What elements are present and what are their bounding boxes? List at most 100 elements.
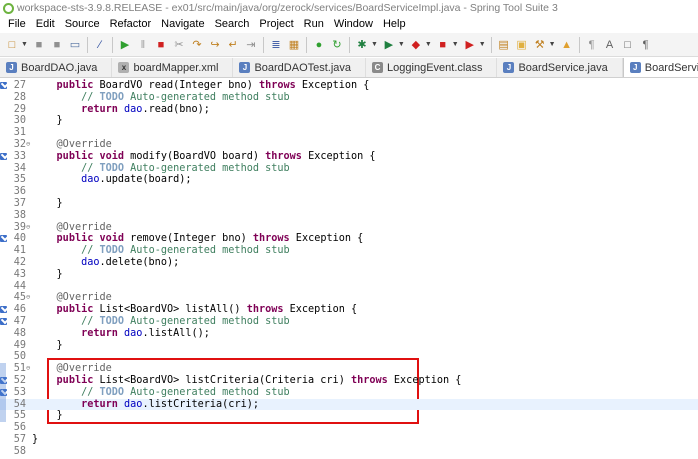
line-number: 49: [13, 339, 26, 351]
code-line[interactable]: 53 // TODO Auto-generated method stub: [0, 387, 698, 399]
code-line[interactable]: 36: [0, 186, 698, 198]
code-line[interactable]: 44: [0, 281, 698, 293]
block-selection-icon[interactable]: □: [620, 37, 636, 53]
override-marker-icon[interactable]: [0, 317, 8, 327]
menu-project[interactable]: Project: [254, 18, 298, 30]
skip-breakpoints-icon[interactable]: ∕: [92, 37, 108, 53]
editor-tab-label: LoggingEvent.class: [387, 61, 483, 74]
toggle-word-wrap-icon[interactable]: A: [602, 37, 618, 53]
code-line[interactable]: 54 return dao.listCriteria(cri);: [0, 398, 698, 411]
suspend-icon[interactable]: ‖: [135, 37, 151, 53]
dropdown-arrow-icon[interactable]: ▼: [425, 41, 432, 48]
dropdown-arrow-icon[interactable]: ▼: [371, 41, 378, 48]
save-icon[interactable]: ■: [31, 37, 47, 53]
code-editor[interactable]: 27 public BoardVO read(Integer bno) thro…: [0, 79, 698, 459]
external-tools-icon[interactable]: ▶: [462, 37, 478, 53]
code-line[interactable]: 30 }: [0, 115, 698, 127]
step-into-icon[interactable]: ↷: [189, 37, 205, 53]
editor-tab-bar: J BoardDAO.java x boardMapper.xml J BoardDAOT…: [0, 58, 698, 78]
override-marker-icon[interactable]: [0, 305, 8, 315]
code-line[interactable]: 40 public void remove(Integer bno) throw…: [0, 233, 698, 245]
print-icon[interactable]: ▭: [67, 37, 83, 53]
code-line[interactable]: 51 ⊖ @Override: [0, 363, 698, 375]
spring-boot-dashboard-icon[interactable]: ●: [311, 37, 327, 53]
toggle-mark-occurrences-icon[interactable]: ¶: [584, 37, 600, 53]
code-line[interactable]: 47 // TODO Auto-generated method stub: [0, 316, 698, 328]
line-number: 27: [13, 80, 26, 91]
code-line[interactable]: 38: [0, 210, 698, 222]
resume-icon[interactable]: ▶: [117, 37, 133, 53]
run-icon[interactable]: ▶: [381, 37, 397, 53]
editor-tab[interactable]: JBoardServiceImpl.java✕: [622, 58, 698, 77]
show-whitespace-icon[interactable]: ¶: [638, 37, 654, 53]
dropdown-arrow-icon[interactable]: ▼: [452, 41, 459, 48]
code-line[interactable]: 46 public List<BoardVO> listAll() throws…: [0, 304, 698, 316]
stop-server-icon[interactable]: ■: [435, 37, 451, 53]
open-project-icon[interactable]: ▲: [559, 37, 575, 53]
code-line[interactable]: 43 }: [0, 269, 698, 281]
code-line[interactable]: 55 }: [0, 410, 698, 422]
editor-tab-label: BoardService.java: [518, 61, 608, 74]
new-icon[interactable]: □: [4, 37, 20, 53]
editor-tab[interactable]: C LoggingEvent.class: [366, 58, 498, 77]
code-line[interactable]: 57}: [0, 434, 698, 446]
code-line[interactable]: 34 // TODO Auto-generated method stub: [0, 163, 698, 175]
override-marker-icon[interactable]: [0, 152, 8, 162]
code-line[interactable]: 45 ⊖ @Override: [0, 292, 698, 304]
code-text: }: [32, 434, 39, 445]
code-line[interactable]: 28 // TODO Auto-generated method stub: [0, 92, 698, 104]
dropdown-arrow-icon[interactable]: ▼: [398, 41, 405, 48]
code-line[interactable]: 31: [0, 127, 698, 139]
override-marker-icon[interactable]: [0, 234, 8, 244]
menu-help[interactable]: Help: [378, 18, 411, 30]
open-type-icon[interactable]: ▦: [286, 37, 302, 53]
toggle-console-icon[interactable]: ≣: [268, 37, 284, 53]
code-line[interactable]: 48 return dao.listAll();: [0, 328, 698, 340]
editor-tab[interactable]: J BoardDAO.java: [0, 58, 113, 77]
coverage-icon[interactable]: ◆: [408, 37, 424, 53]
code-line[interactable]: 33 public void modify(BoardVO board) thr…: [0, 151, 698, 163]
code-line[interactable]: 32 ⊖ @Override: [0, 139, 698, 151]
code-line[interactable]: 27 public BoardVO read(Integer bno) thro…: [0, 80, 698, 92]
menu-search[interactable]: Search: [210, 18, 255, 30]
code-line[interactable]: 56: [0, 422, 698, 434]
code-line[interactable]: 41 // TODO Auto-generated method stub: [0, 245, 698, 257]
menu-source[interactable]: Source: [60, 18, 105, 30]
refresh-icon[interactable]: ↻: [329, 37, 345, 53]
menu-edit[interactable]: Edit: [31, 18, 60, 30]
menu-refactor[interactable]: Refactor: [105, 18, 157, 30]
code-line[interactable]: 52 public List<BoardVO> listCriteria(Cri…: [0, 375, 698, 387]
code-line[interactable]: 42 dao.delete(bno);: [0, 257, 698, 269]
menu-file[interactable]: File: [3, 18, 31, 30]
dropdown-arrow-icon[interactable]: ▼: [549, 41, 556, 48]
menu-window[interactable]: Window: [329, 18, 378, 30]
code-line[interactable]: 50: [0, 351, 698, 363]
debug-icon[interactable]: ✱: [354, 37, 370, 53]
drop-to-frame-icon[interactable]: ⇥: [243, 37, 259, 53]
dropdown-arrow-icon[interactable]: ▼: [479, 41, 486, 48]
new-java-package-icon[interactable]: ▤: [496, 37, 512, 53]
editor-tab[interactable]: x boardMapper.xml: [112, 58, 234, 77]
line-number: 36: [13, 186, 26, 198]
step-return-icon[interactable]: ↵: [225, 37, 241, 53]
editor-tab[interactable]: J BoardDAOTest.java: [233, 58, 367, 77]
editor-tab[interactable]: J BoardService.java: [497, 58, 623, 77]
save-all-icon[interactable]: ■: [49, 37, 65, 53]
line-number: 38: [13, 209, 26, 221]
code-text: public void modify(BoardVO board) throws…: [56, 150, 376, 162]
disconnect-icon[interactable]: ✂: [171, 37, 187, 53]
code-line[interactable]: 49 }: [0, 340, 698, 352]
code-line[interactable]: 29 return dao.read(bno);: [0, 104, 698, 116]
code-line[interactable]: 35 dao.update(board);: [0, 174, 698, 186]
search-icon[interactable]: ⚒: [532, 37, 548, 53]
code-line[interactable]: 58: [0, 446, 698, 458]
menu-run[interactable]: Run: [299, 18, 329, 30]
menu-navigate[interactable]: Navigate: [156, 18, 209, 30]
code-line[interactable]: 37 }: [0, 198, 698, 210]
step-over-icon[interactable]: ↪: [207, 37, 223, 53]
dropdown-arrow-icon[interactable]: ▼: [21, 41, 28, 48]
code-line[interactable]: 39 ⊖ @Override: [0, 222, 698, 234]
open-folder-icon[interactable]: ▣: [514, 37, 530, 53]
terminate-icon[interactable]: ■: [153, 37, 169, 53]
override-marker-icon[interactable]: [0, 81, 8, 91]
